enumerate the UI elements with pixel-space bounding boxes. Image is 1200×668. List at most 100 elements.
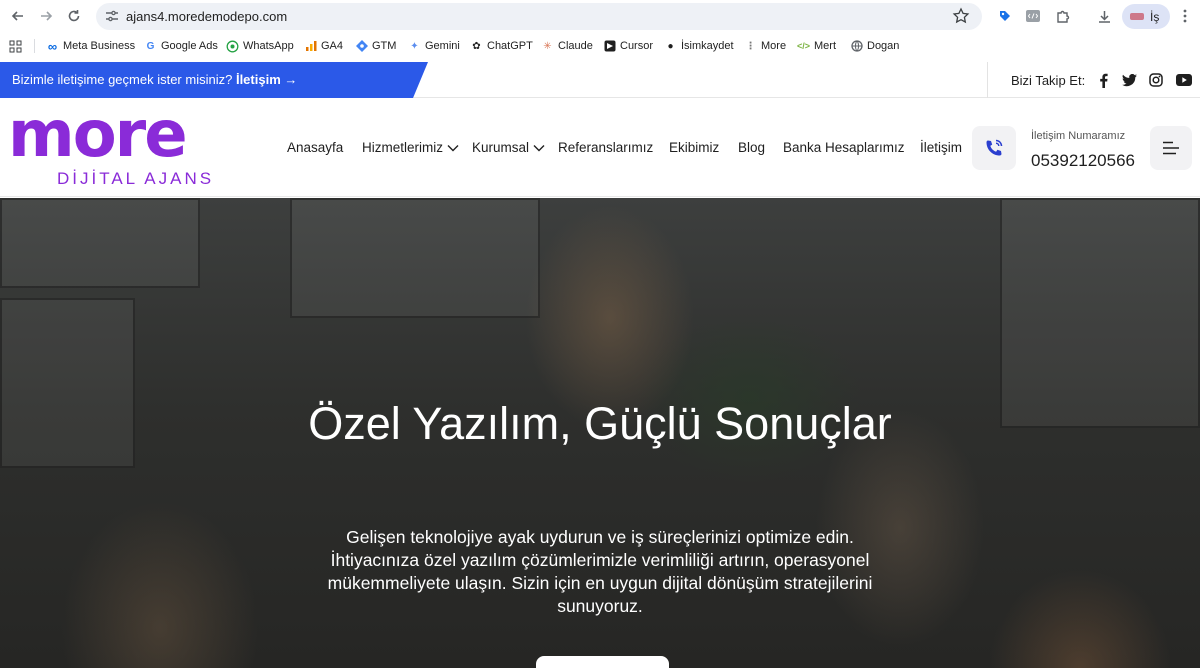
bookmark-google-ads[interactable]: G Google Ads bbox=[144, 38, 218, 54]
hamburger-icon bbox=[1163, 141, 1179, 155]
gtm-icon bbox=[355, 40, 368, 53]
nav-item-banka-hesaplarimiz[interactable]: Banka Hesaplarımız bbox=[783, 140, 905, 155]
background-window bbox=[0, 198, 200, 288]
google-icon: G bbox=[146, 40, 155, 52]
bookmark-label: WhatsApp bbox=[243, 40, 294, 52]
offcanvas-menu-button[interactable] bbox=[1150, 126, 1192, 170]
nav-item-referanslarimiz[interactable]: Referanslarımız bbox=[558, 140, 653, 155]
bookmark-ga4[interactable]: GA4 bbox=[304, 38, 343, 54]
background-window bbox=[1000, 198, 1200, 428]
site-header: more DİJİTAL AJANS Anasayfa Hizmetlerimi… bbox=[0, 99, 1200, 197]
analytics-icon bbox=[304, 40, 317, 53]
nav-label: Ekibimiz bbox=[669, 140, 720, 155]
bookmark-label: Meta Business bbox=[63, 40, 136, 52]
logo-subtitle: DİJİTAL AJANS bbox=[57, 169, 215, 188]
arrow-left-icon bbox=[11, 11, 23, 21]
hero-cta-button[interactable] bbox=[536, 656, 669, 668]
bookmark-cursor[interactable]: Cursor bbox=[603, 38, 653, 54]
back-button[interactable] bbox=[7, 5, 29, 27]
phone-call-button[interactable] bbox=[972, 126, 1016, 170]
nav-item-hizmetlerimiz[interactable]: Hizmetlerimiz bbox=[362, 140, 459, 155]
code-icon: </> bbox=[797, 41, 811, 51]
address-bar[interactable]: ajans4.moredemodepo.com bbox=[96, 3, 982, 30]
nav-item-anasayfa[interactable]: Anasayfa bbox=[287, 140, 343, 155]
bookmark-label: Gemini bbox=[425, 40, 460, 52]
cursor-icon bbox=[603, 40, 616, 53]
phone-ringing-icon bbox=[986, 139, 1003, 156]
hero-title: Özel Yazılım, Güçlü Sonuçlar bbox=[308, 398, 892, 449]
isimkaydet-icon: ● bbox=[667, 40, 674, 52]
contact-link[interactable]: İletişim → bbox=[236, 72, 297, 87]
bookmark-label: Cursor bbox=[620, 40, 654, 52]
follow-label: Bizi Takip Et: bbox=[1011, 73, 1086, 88]
bookmark-label: İsimkaydet bbox=[681, 40, 734, 52]
bookmark-label: GA4 bbox=[321, 40, 344, 52]
contact-prompt-text: Bizimle iletişime geçmek ister misiniz? bbox=[12, 72, 233, 87]
bookmark-label: GTM bbox=[372, 40, 397, 52]
download-icon[interactable] bbox=[1094, 6, 1114, 26]
bookmark-whatsapp[interactable]: WhatsApp bbox=[226, 38, 294, 54]
phone-label: İletişim Numaramız bbox=[1031, 130, 1126, 142]
chatgpt-icon: ✿ bbox=[472, 40, 481, 52]
bookmarks-divider bbox=[34, 39, 35, 53]
divider bbox=[987, 62, 988, 98]
bookmark-gemini[interactable]: ✦ Gemini bbox=[408, 38, 460, 54]
nav-item-blog[interactable]: Blog bbox=[738, 140, 765, 155]
nav-label: Referanslarımız bbox=[558, 140, 654, 155]
bookmark-label: ChatGPT bbox=[487, 40, 533, 52]
nav-item-ekibimiz[interactable]: Ekibimiz bbox=[669, 140, 719, 155]
apps-grid-icon[interactable] bbox=[9, 38, 22, 54]
dots-icon: ⋮ bbox=[745, 40, 756, 52]
chevron-down-icon bbox=[447, 144, 459, 151]
bookmark-label: More bbox=[761, 40, 787, 52]
puzzle-icon[interactable] bbox=[1053, 6, 1073, 26]
arrow-right-icon bbox=[41, 11, 53, 21]
bookmark-chatgpt[interactable]: ✿ ChatGPT bbox=[470, 38, 533, 54]
bookmark-isimkaydet[interactable]: ● İsimkaydet bbox=[664, 38, 734, 54]
bookmark-label: Google Ads bbox=[161, 40, 218, 52]
youtube-icon[interactable] bbox=[1176, 72, 1192, 88]
hero-section: Özel Yazılım, Güçlü Sonuçlar Gelişen tek… bbox=[0, 198, 1200, 668]
bookmark-more[interactable]: ⋮ More bbox=[744, 38, 787, 54]
profile-name: İş bbox=[1150, 9, 1160, 24]
star-icon[interactable] bbox=[952, 7, 970, 25]
extension-tag-icon[interactable] bbox=[995, 6, 1015, 26]
avatar bbox=[1130, 13, 1144, 20]
facebook-icon[interactable] bbox=[1095, 72, 1111, 88]
kebab-menu-icon[interactable] bbox=[1175, 6, 1195, 26]
bookmark-claude[interactable]: ✳ Claude bbox=[541, 38, 593, 54]
nav-item-kurumsal[interactable]: Kurumsal bbox=[472, 140, 545, 155]
tune-icon[interactable] bbox=[104, 8, 120, 24]
instagram-icon[interactable] bbox=[1148, 72, 1164, 88]
site-topbar: Bizimle iletişime geçmek ister misiniz? … bbox=[0, 62, 1200, 98]
extension-code-icon[interactable] bbox=[1023, 6, 1043, 26]
bookmark-meta-business[interactable]: ∞ Meta Business bbox=[46, 38, 135, 54]
bookmark-label: Mert bbox=[814, 40, 836, 52]
reload-button[interactable] bbox=[63, 5, 85, 27]
bookmark-gtm[interactable]: GTM bbox=[355, 38, 396, 54]
url-text[interactable]: ajans4.moredemodepo.com bbox=[126, 9, 287, 24]
whatsapp-icon bbox=[226, 40, 239, 53]
phone-number[interactable]: 05392120566 bbox=[1031, 151, 1135, 171]
globe-icon bbox=[850, 40, 863, 53]
bookmark-label: Dogan bbox=[867, 40, 900, 52]
browser-toolbar: ajans4.moredemodepo.com İş bbox=[0, 0, 1200, 33]
nav-label: Kurumsal bbox=[472, 140, 530, 155]
background-window bbox=[290, 198, 540, 318]
bookmark-mert[interactable]: </> Mert bbox=[797, 38, 836, 54]
hero-description: Gelişen teknolojiye ayak uydurun ve iş s… bbox=[327, 527, 873, 616]
nav-label: İletişim bbox=[920, 140, 963, 155]
profile-chip[interactable]: İş bbox=[1122, 4, 1170, 29]
twitter-icon[interactable] bbox=[1121, 72, 1137, 88]
nav-label: Hizmetlerimiz bbox=[362, 140, 443, 155]
gemini-icon: ✦ bbox=[410, 40, 419, 52]
nav-label: Banka Hesaplarımız bbox=[783, 140, 905, 155]
arrow-right-icon: → bbox=[284, 72, 298, 87]
nav-item-iletisim[interactable]: İletişim bbox=[920, 140, 962, 155]
bookmark-label: Claude bbox=[558, 40, 593, 52]
chevron-down-icon bbox=[533, 144, 545, 151]
bookmark-dogan[interactable]: Dogan bbox=[850, 38, 899, 54]
meta-icon: ∞ bbox=[47, 38, 58, 54]
forward-button[interactable] bbox=[35, 5, 57, 27]
contact-prompt: Bizimle iletişime geçmek ister misiniz? … bbox=[12, 72, 297, 87]
